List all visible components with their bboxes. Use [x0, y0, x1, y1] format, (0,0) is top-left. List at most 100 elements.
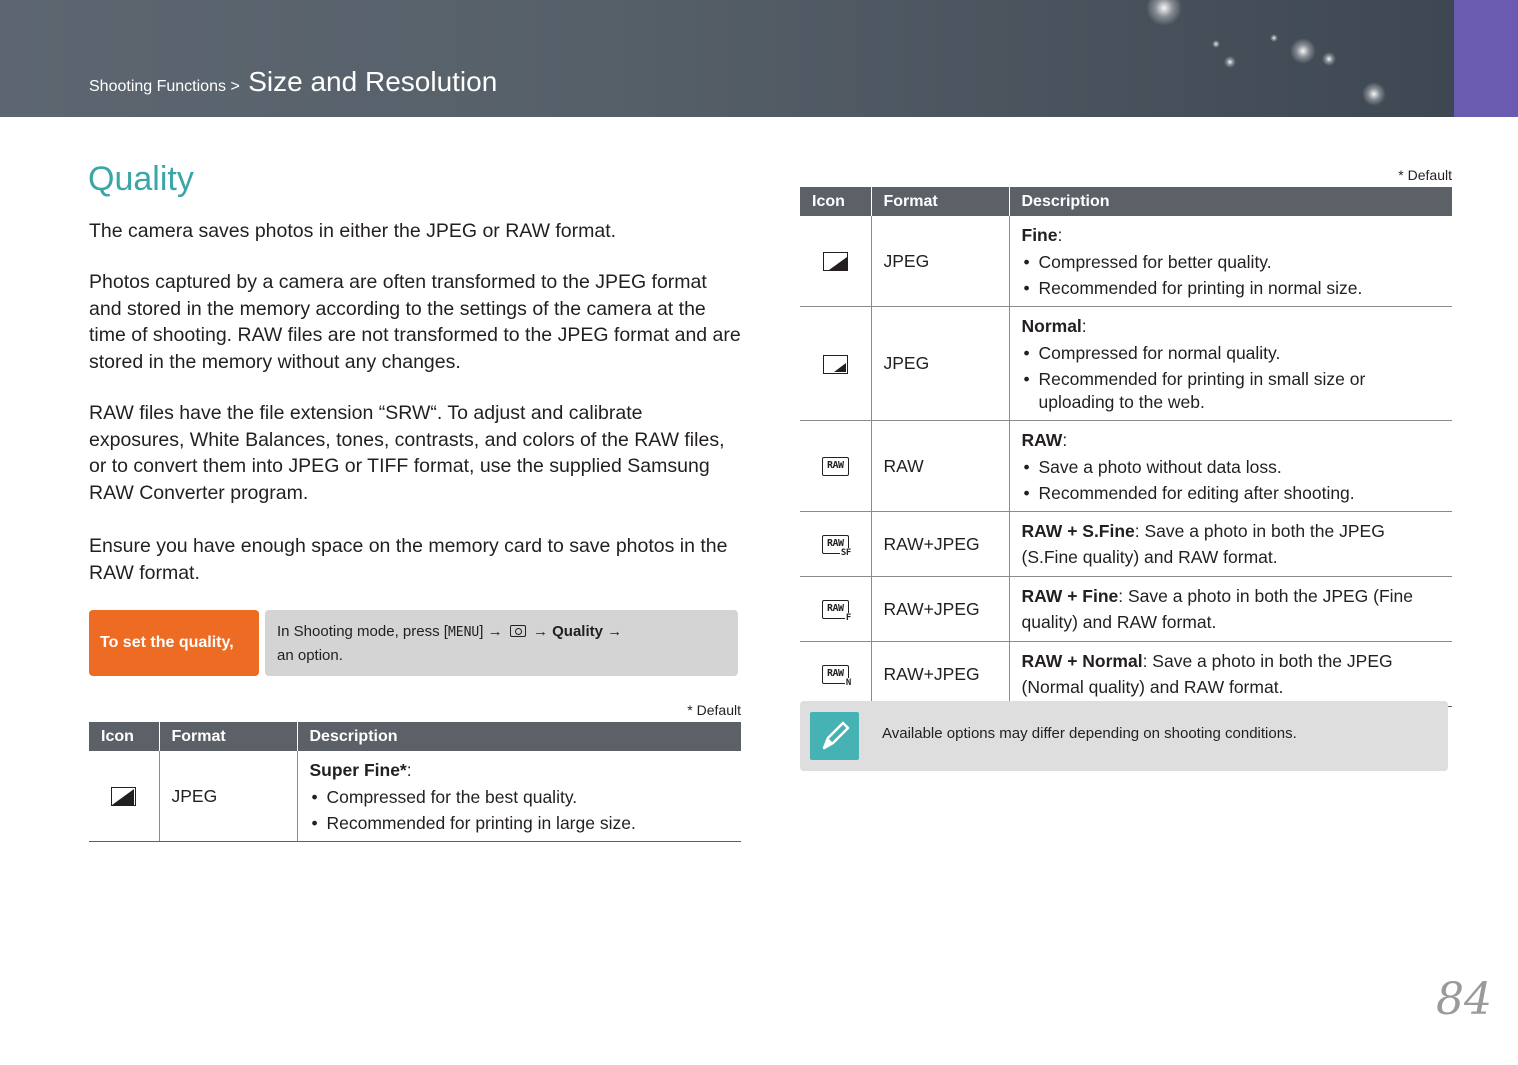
- arrow-text: →: [607, 623, 623, 640]
- format-cell: RAW: [871, 420, 1010, 512]
- header-icon: Icon: [89, 722, 160, 751]
- description-cell: RAW + S.Fine: Save a photo in both the J…: [1009, 511, 1452, 577]
- raw-icon-subscript: N: [844, 678, 852, 689]
- light-flare: [1270, 34, 1278, 42]
- raw-icon: RAW: [821, 457, 849, 477]
- bullet: Recommended for printing in large size.: [310, 812, 730, 835]
- table-row: RAW N RAW+JPEG RAW + Normal: Save a photo…: [800, 641, 1452, 707]
- icon-cell: [800, 306, 872, 421]
- howto-label: To set the quality,: [89, 610, 259, 676]
- table-header-row: Icon Format Description: [89, 722, 741, 751]
- light-flare: [1212, 40, 1220, 48]
- table-row: RAW RAW RAW: Save a photo without data l…: [800, 420, 1452, 512]
- raw-normal-icon: RAW N: [821, 665, 852, 689]
- icon-cell: RAW: [800, 420, 872, 512]
- quality-table-right: Icon Format Description JPEG Fine: Compr…: [800, 187, 1452, 707]
- format-cell: JPEG: [871, 306, 1010, 421]
- bullet: Recommended for editing after shooting.: [1022, 482, 1441, 505]
- header-format: Format: [159, 722, 298, 751]
- format-cell: RAW+JPEG: [871, 576, 1010, 642]
- light-flare: [1322, 52, 1336, 66]
- raw-icon-subscript: SF: [839, 548, 852, 559]
- option-name: Super Fine*: [309, 760, 407, 780]
- bullet: Compressed for normal quality.: [1022, 342, 1441, 365]
- bullet: Compressed for better quality.: [1022, 251, 1441, 274]
- raw-icon-subscript: F: [844, 613, 852, 624]
- header-icon: Icon: [800, 187, 872, 216]
- note-text: Available options may differ depending o…: [882, 725, 1297, 742]
- format-cell: JPEG: [159, 751, 298, 842]
- header-description: Description: [1009, 187, 1452, 216]
- section-title: Quality: [88, 160, 194, 198]
- table-header-row: Icon Format Description: [800, 187, 1452, 216]
- bullet: Recommended for printing in normal size.: [1022, 277, 1441, 300]
- description-cell: Super Fine*: Compressed for the best qua…: [297, 751, 741, 842]
- instr-text: ] →: [479, 623, 503, 640]
- normal-icon: [822, 354, 848, 374]
- bullet: Recommended for printing in small size o…: [1022, 368, 1441, 414]
- description-cell: RAW + Normal: Save a photo in both the J…: [1009, 641, 1452, 707]
- table-row: RAW F RAW+JPEG RAW + Fine: Save a photo i…: [800, 576, 1452, 642]
- description-cell: RAW: Save a photo without data loss. Rec…: [1009, 420, 1452, 512]
- description-cell: Normal: Compressed for normal quality. R…: [1009, 306, 1452, 421]
- breadcrumb-current: Size and Resolution: [248, 66, 498, 97]
- quality-table-left: Icon Format Description JPEG Super Fine*…: [89, 722, 741, 842]
- table-row: JPEG Super Fine*: Compressed for the bes…: [89, 751, 741, 842]
- icon-cell: RAW SF: [800, 511, 872, 577]
- light-flare: [1146, 0, 1182, 26]
- raw-fine-icon: RAW F: [821, 600, 852, 624]
- fine-icon: [822, 252, 848, 272]
- menu-key: MENU: [447, 625, 480, 640]
- paragraph: Ensure you have enough space on the memo…: [89, 535, 728, 584]
- bullet: Save a photo without data loss.: [1022, 456, 1441, 479]
- option-name: RAW + Normal: [1021, 651, 1143, 671]
- super-fine-icon: [111, 787, 137, 807]
- raw-icon-text: RAW: [826, 460, 844, 472]
- breadcrumb-separator: >: [230, 78, 240, 95]
- howto-box: To set the quality, In Shooting mode, pr…: [89, 610, 738, 676]
- camera-icon: [509, 625, 526, 637]
- description-cell: Fine: Compressed for better quality. Rec…: [1009, 216, 1452, 307]
- raw-sfine-icon: RAW SF: [821, 535, 852, 559]
- option-name: RAW + S.Fine: [1021, 521, 1135, 541]
- paragraph: The camera saves photos in either the JP…: [89, 220, 617, 242]
- header-format: Format: [871, 187, 1010, 216]
- chapter-tab: [1454, 0, 1518, 117]
- paragraph: Photos captured by a camera are often tr…: [89, 271, 741, 373]
- option-name: Fine: [1021, 225, 1058, 245]
- format-cell: JPEG: [871, 216, 1010, 307]
- arrow-text: →: [532, 623, 548, 640]
- light-flare: [1362, 82, 1386, 106]
- icon-cell: [89, 751, 160, 842]
- default-note: * Default: [687, 702, 741, 718]
- icon-cell: RAW N: [800, 641, 872, 707]
- option-name: Normal: [1021, 316, 1082, 336]
- breadcrumb: Shooting Functions > Size and Resolution: [89, 66, 497, 98]
- instr-text: an option.: [277, 647, 343, 664]
- description-cell: RAW + Fine: Save a photo in both the JPE…: [1009, 576, 1452, 642]
- format-cell: RAW+JPEG: [871, 511, 1010, 577]
- howto-instructions: In Shooting mode, press [MENU] → → Quali…: [265, 610, 738, 676]
- header-banner: Shooting Functions > Size and Resolution: [0, 0, 1518, 117]
- default-note: * Default: [1398, 167, 1452, 183]
- pen-note-icon: [810, 712, 859, 760]
- option-name: RAW: [1021, 430, 1063, 450]
- paragraph: RAW files have the file extension “SRW“.…: [89, 402, 725, 504]
- bullet: Compressed for the best quality.: [310, 786, 730, 809]
- note-box: Available options may differ depending o…: [800, 701, 1448, 771]
- page-number: 84: [1436, 974, 1492, 1025]
- raw-icon-text: RAW: [826, 603, 844, 615]
- icon-cell: RAW F: [800, 576, 872, 642]
- table-row: JPEG Fine: Compressed for better quality…: [800, 216, 1452, 307]
- table-row: RAW SF RAW+JPEG RAW + S.Fine: Save a phot…: [800, 511, 1452, 577]
- breadcrumb-parent[interactable]: Shooting Functions: [89, 78, 226, 95]
- quality-menu-item: Quality: [552, 623, 603, 640]
- light-flare: [1224, 56, 1236, 68]
- instr-text: In Shooting mode, press [: [277, 623, 448, 640]
- table-row: JPEG Normal: Compressed for normal quali…: [800, 306, 1452, 421]
- format-cell: RAW+JPEG: [871, 641, 1010, 707]
- light-flare: [1290, 38, 1316, 64]
- icon-cell: [800, 216, 872, 307]
- option-name: RAW + Fine: [1021, 586, 1119, 606]
- raw-icon-text: RAW: [826, 668, 844, 680]
